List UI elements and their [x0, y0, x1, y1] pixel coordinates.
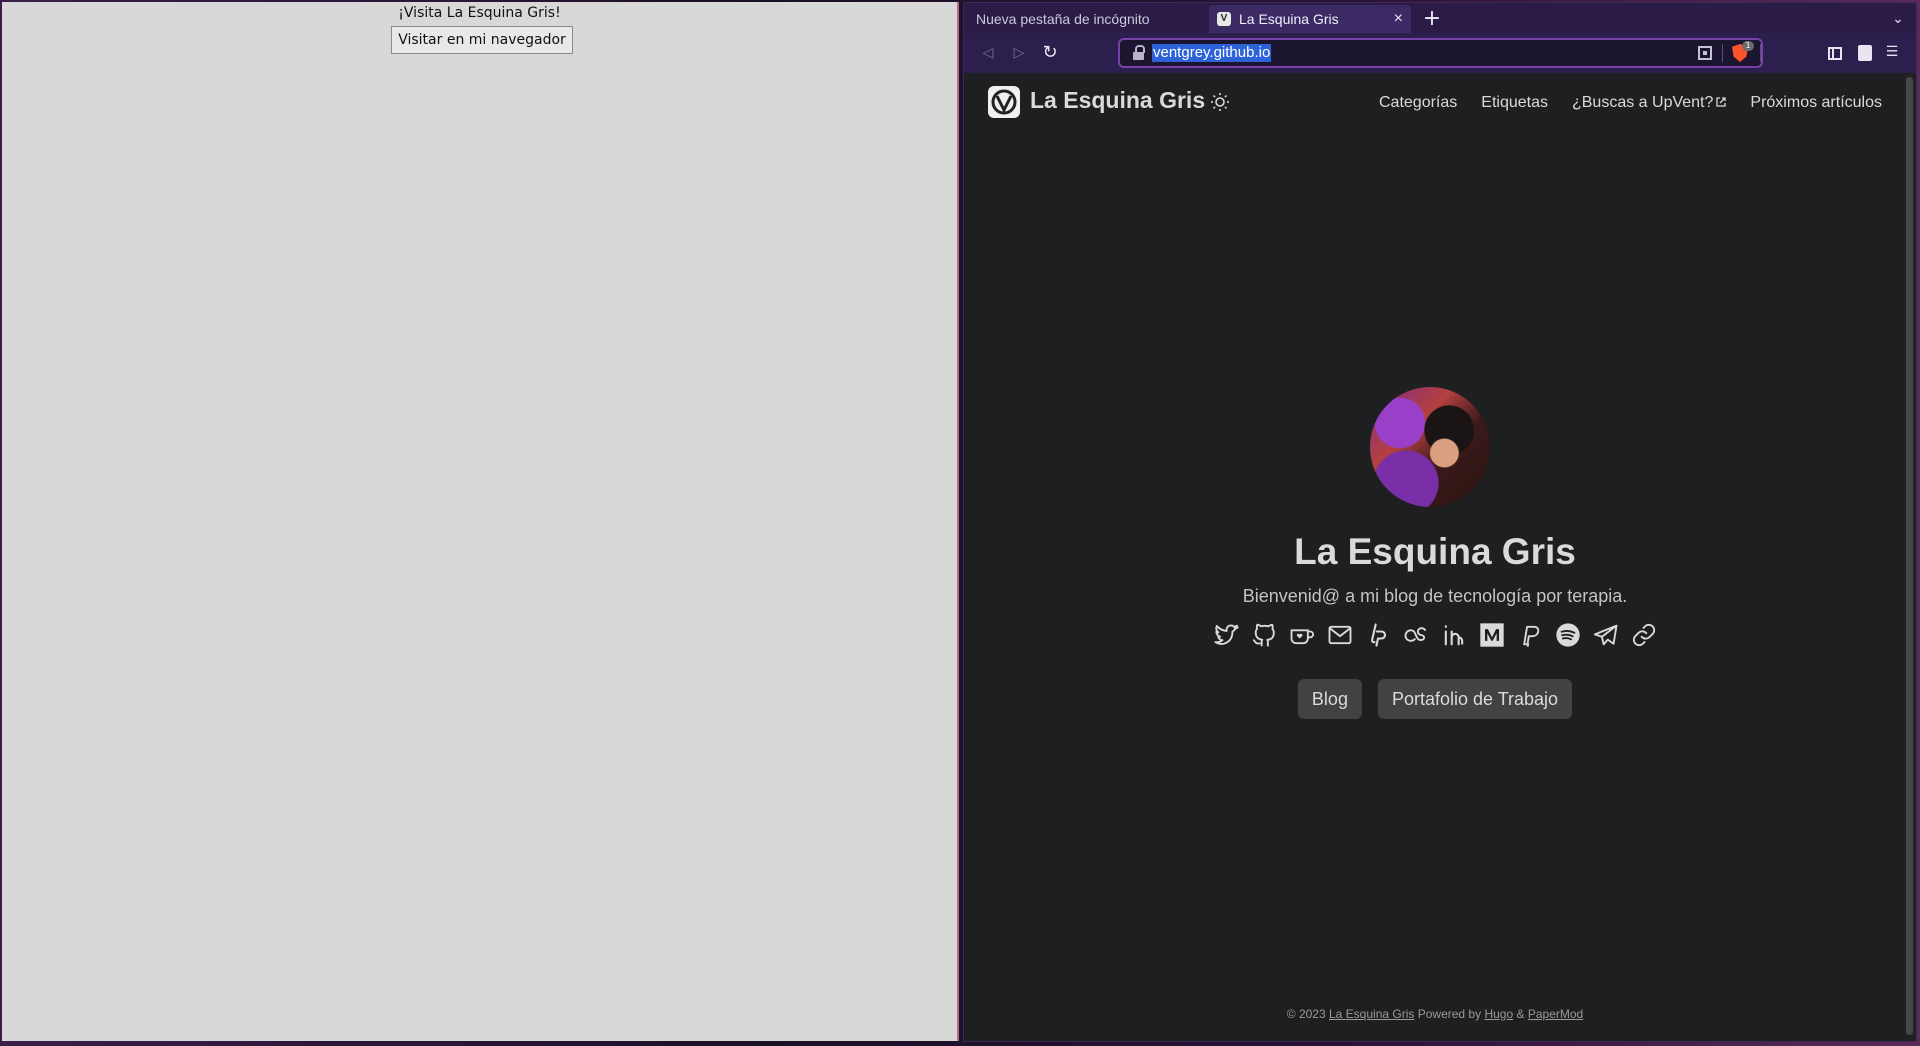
spotify-icon[interactable] — [1554, 621, 1582, 649]
kofi-icon[interactable] — [1288, 621, 1316, 649]
site-nav-menu: Categorías Etiquetas ¿Buscas a UpVent? P… — [1379, 94, 1882, 112]
linkedin-icon[interactable] — [1440, 621, 1468, 649]
scrollbar-thumb[interactable] — [1906, 77, 1913, 1035]
tab-list-chevron-icon[interactable]: ⌄ — [1888, 5, 1908, 33]
site-logo-icon[interactable] — [988, 86, 1020, 118]
qr-code-icon[interactable] — [1698, 46, 1712, 60]
main-buttons: Blog Portafolio de Trabajo — [964, 679, 1906, 719]
visit-in-browser-button[interactable]: Visitar en mi navegador — [391, 26, 573, 54]
wallet-icon[interactable] — [1858, 45, 1872, 61]
theme-toggle-sun-icon[interactable] — [1210, 92, 1230, 112]
footer-powered-by: Powered by — [1417, 1007, 1482, 1021]
external-link-icon — [1716, 97, 1727, 107]
tab-label: Nueva pestaña de incógnito — [976, 11, 1150, 27]
new-tab-button[interactable]: + — [1418, 5, 1446, 33]
footer-site-link[interactable]: La Esquina Gris — [1329, 1007, 1414, 1021]
back-icon[interactable]: ◁ — [976, 41, 1000, 65]
close-tab-icon[interactable]: × — [1394, 5, 1403, 33]
shields-count-badge: 1 — [1742, 41, 1754, 51]
social-links — [964, 621, 1906, 649]
nav-item-label: ¿Buscas a UpVent? — [1571, 94, 1714, 111]
page-footer: © 2023 La Esquina Gris Powered by Hugo &… — [964, 1007, 1906, 1021]
divider — [1722, 44, 1723, 62]
app-title: ¡Visita La Esquina Gris! — [398, 5, 561, 21]
liberapay-icon[interactable] — [1364, 621, 1392, 649]
nav-item-etiquetas[interactable]: Etiquetas — [1481, 94, 1548, 112]
tab-la-esquina-gris[interactable]: V La Esquina Gris × — [1209, 5, 1411, 33]
tab-incognito[interactable]: Nueva pestaña de incógnito — [964, 5, 1206, 33]
page-scrollbar[interactable] — [1904, 73, 1916, 1041]
github-icon[interactable] — [1250, 621, 1278, 649]
email-icon[interactable] — [1326, 621, 1354, 649]
footer-hugo-link[interactable]: Hugo — [1484, 1007, 1513, 1021]
twitter-icon[interactable] — [1212, 621, 1240, 649]
page-content: La Esquina Gris Categorías Etiquetas ¿Bu… — [964, 73, 1906, 1041]
telegram-icon[interactable] — [1592, 621, 1620, 649]
nav-item-upvent[interactable]: ¿Buscas a UpVent? — [1571, 94, 1727, 112]
lastfm-icon[interactable] — [1402, 621, 1430, 649]
menu-icon[interactable]: ☰ — [1884, 44, 1900, 60]
divider — [1760, 44, 1761, 62]
paypal-icon[interactable] — [1516, 621, 1544, 649]
profile-subtitle: Bienvenid@ a mi blog de tecnología por t… — [1242, 586, 1628, 606]
reload-icon[interactable]: ↻ — [1038, 41, 1062, 65]
url-text[interactable]: ventgrey.github.io — [1152, 44, 1272, 62]
blog-button[interactable]: Blog — [1297, 679, 1362, 719]
site-name-link[interactable]: La Esquina Gris — [1030, 87, 1205, 114]
footer-amp: & — [1516, 1007, 1525, 1021]
nav-item-categorias[interactable]: Categorías — [1379, 94, 1457, 112]
left-app-window: ¡Visita La Esquina Gris! Visitar en mi n… — [2, 2, 959, 1041]
link-icon[interactable] — [1630, 621, 1658, 649]
site-favicon-icon: V — [1217, 12, 1231, 26]
nav-item-proximos[interactable]: Próximos artículos — [1750, 94, 1882, 112]
sidebar-toggle-icon[interactable] — [1828, 47, 1842, 60]
profile-title: La Esquina Gris — [1294, 531, 1576, 572]
profile-avatar — [1370, 387, 1490, 507]
browser-window: Nueva pestaña de incógnito V La Esquina … — [963, 2, 1917, 1042]
medium-icon[interactable] — [1478, 621, 1506, 649]
portfolio-button[interactable]: Portafolio de Trabajo — [1377, 679, 1573, 719]
lock-icon[interactable] — [1132, 45, 1146, 61]
address-bar[interactable]: ventgrey.github.io 1 — [1118, 38, 1763, 68]
tab-strip: Nueva pestaña de incógnito V La Esquina … — [964, 3, 1916, 33]
browser-toolbar: ◁ ▷ ↻ ventgrey.github.io 1 ☰ — [964, 33, 1916, 73]
tab-label: La Esquina Gris — [1239, 11, 1339, 27]
footer-papermod-link[interactable]: PaperMod — [1528, 1007, 1583, 1021]
forward-icon[interactable]: ▷ — [1007, 41, 1031, 65]
footer-copyright: © 2023 — [1286, 1007, 1326, 1021]
